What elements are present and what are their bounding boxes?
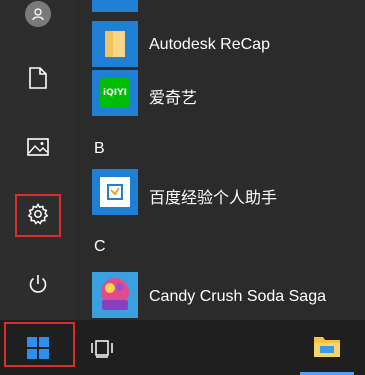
baidu-jingyan-icon (92, 169, 138, 215)
app-label: Autodesk ReCap (149, 36, 270, 53)
document-icon (29, 67, 47, 89)
app-label: 爱奇艺 (149, 90, 198, 107)
taskbar (0, 320, 365, 375)
section-letter-c[interactable]: C (94, 238, 106, 256)
start-menu-app-list: Autodesk ReCap iQIYI 爱奇艺 B 百度经验个人助手 C Ca… (76, 0, 365, 320)
section-letter-b[interactable]: B (94, 140, 105, 158)
documents-button[interactable] (0, 54, 76, 102)
power-button[interactable] (0, 260, 76, 308)
settings-highlight-box (15, 194, 61, 237)
partial-app-tile[interactable] (92, 0, 138, 12)
start-menu-left-rail (0, 0, 76, 320)
start-highlight-box (4, 322, 75, 367)
user-account-button[interactable] (0, 0, 76, 38)
user-avatar-icon (25, 1, 51, 27)
iqiyi-icon: iQIYI (92, 70, 138, 116)
pictures-button[interactable] (0, 123, 76, 171)
pictures-icon (27, 138, 49, 156)
file-explorer-icon (314, 337, 340, 357)
app-label: Candy Crush Soda Saga (149, 288, 326, 305)
folder-icon (92, 21, 138, 67)
app-label: 百度经验个人助手 (149, 190, 278, 207)
file-explorer-button[interactable] (300, 320, 354, 375)
task-view-icon (91, 339, 113, 358)
power-icon (29, 275, 47, 293)
task-view-button[interactable] (80, 320, 124, 375)
candy-crush-soda-icon (92, 272, 138, 318)
